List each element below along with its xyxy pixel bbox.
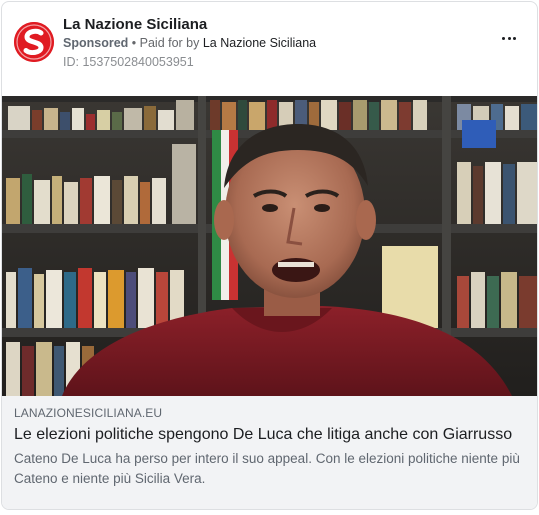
- sponsored-line: Sponsored • Paid for by La Nazione Sicil…: [63, 36, 316, 50]
- link-preview[interactable]: LANAZIONESICILIANA.EU Le elezioni politi…: [2, 396, 537, 509]
- page-name-link[interactable]: La Nazione Siciliana: [63, 16, 207, 33]
- paid-for-prefix: Paid for by: [139, 36, 203, 50]
- payer-link[interactable]: La Nazione Siciliana: [203, 36, 316, 50]
- separator: •: [128, 36, 140, 50]
- ad-id: ID: 1537502840053951: [63, 55, 194, 69]
- post-image[interactable]: [2, 96, 537, 396]
- post-header: La Nazione Siciliana Sponsored • Paid fo…: [2, 2, 537, 96]
- bookshelf-man-photo: [2, 96, 537, 396]
- sponsored-label: Sponsored: [63, 36, 129, 50]
- link-description: Cateno De Luca ha perso per intero il su…: [14, 451, 520, 486]
- sponsored-post-card: La Nazione Siciliana Sponsored • Paid fo…: [1, 1, 538, 510]
- link-headline[interactable]: Le elezioni politiche spengono De Luca c…: [14, 425, 527, 445]
- page-avatar[interactable]: [14, 22, 54, 62]
- logo-s-icon: [14, 22, 54, 62]
- link-domain: LANAZIONESICILIANA.EU: [14, 406, 163, 420]
- more-options-icon[interactable]: [497, 30, 521, 46]
